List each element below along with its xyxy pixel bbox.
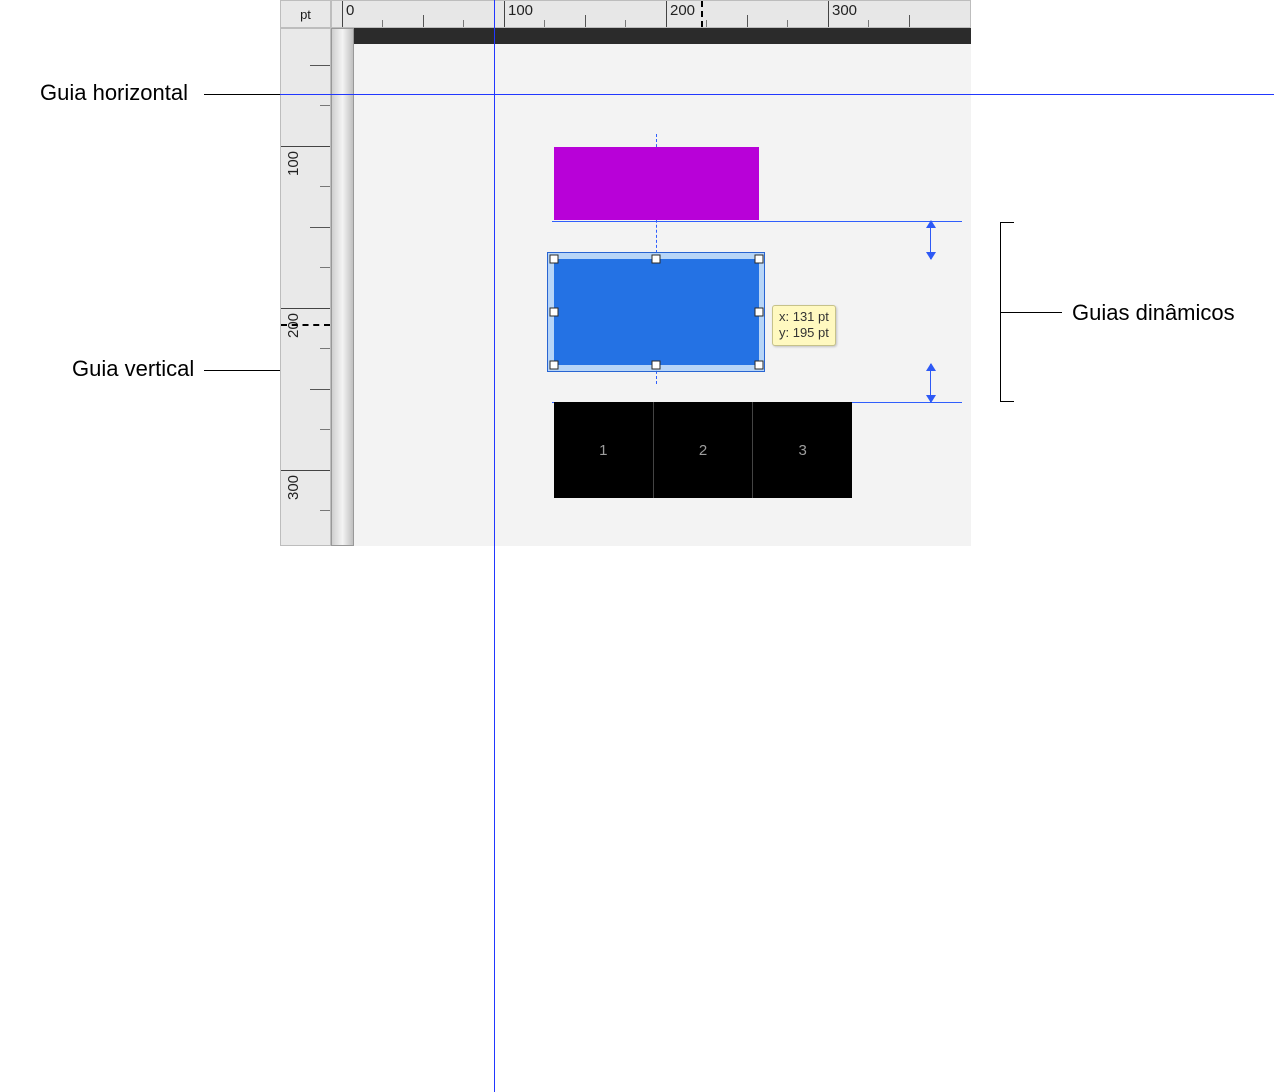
- resize-handle[interactable]: [755, 308, 764, 317]
- ruler-cursor-marker: [701, 1, 703, 27]
- black-group-rect[interactable]: 1 2 3: [554, 402, 852, 498]
- ruler-cursor-marker: [281, 324, 330, 326]
- spacing-arrow-icon: [930, 364, 931, 402]
- label-vertical-guide: Guia vertical: [72, 356, 194, 382]
- editor-viewport: pt 0 100 200 300 100 200 300: [280, 0, 971, 546]
- resize-handle[interactable]: [550, 255, 559, 264]
- canvas[interactable]: x: 131 pt y: 195 pt 1 2 3: [354, 44, 971, 546]
- horizontal-guide[interactable]: [280, 94, 1274, 95]
- page-edge-strip: [354, 28, 971, 44]
- resize-handle[interactable]: [550, 308, 559, 317]
- label-horizontal-guide: Guia horizontal: [40, 80, 188, 106]
- tooltip-x: x: 131 pt: [779, 309, 829, 325]
- vertical-ruler[interactable]: 100 200 300: [280, 28, 331, 546]
- position-tooltip: x: 131 pt y: 195 pt: [772, 305, 836, 346]
- ruler-tick-label: 0: [346, 2, 354, 19]
- ruler-tick-label: 300: [832, 2, 857, 19]
- lead-line: [1000, 312, 1062, 313]
- ruler-tick-label: 200: [670, 2, 695, 19]
- blue-rect[interactable]: [554, 259, 759, 365]
- tooltip-y: y: 195 pt: [779, 325, 829, 341]
- magenta-rect[interactable]: [554, 147, 759, 220]
- ruler-tick-label: 300: [285, 475, 302, 500]
- ruler-unit-label: pt: [280, 0, 331, 28]
- dynamic-guide: [552, 221, 962, 222]
- black-cell: 1: [554, 402, 653, 498]
- ruler-tick-label: 100: [508, 2, 533, 19]
- resize-handle[interactable]: [755, 361, 764, 370]
- horizontal-ruler[interactable]: 0 100 200 300: [331, 0, 971, 28]
- resize-handle[interactable]: [652, 255, 661, 264]
- resize-handle[interactable]: [755, 255, 764, 264]
- spacing-arrow-icon: [930, 221, 931, 259]
- label-dynamic-guides: Guias dinâmicos: [1072, 300, 1235, 326]
- black-cell: 2: [653, 402, 753, 498]
- ruler-tick-label: 100: [285, 151, 302, 176]
- vertical-guide[interactable]: [494, 0, 495, 1092]
- resize-handle[interactable]: [550, 361, 559, 370]
- resize-handle[interactable]: [652, 361, 661, 370]
- ruler-bevel: [331, 28, 354, 546]
- black-cell: 3: [752, 402, 852, 498]
